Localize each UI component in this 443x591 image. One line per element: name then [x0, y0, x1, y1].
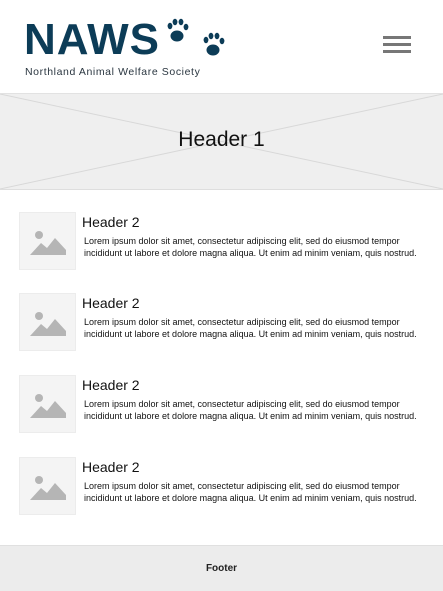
- image-placeholder-icon: [19, 375, 76, 433]
- paw-prints-icon: [167, 18, 225, 56]
- page-title: Header 1: [178, 128, 265, 151]
- item-title: Header 2: [82, 377, 140, 393]
- logo-tagline: Northland Animal Welfare Society: [25, 66, 201, 78]
- hero-banner: Header 1: [0, 93, 443, 190]
- image-placeholder-icon: [19, 212, 76, 270]
- image-placeholder-icon: [19, 457, 76, 515]
- list-item[interactable]: Header 2 Lorem ipsum dolor sit amet, con…: [0, 188, 443, 270]
- list-item[interactable]: Header 2 Lorem ipsum dolor sit amet, con…: [0, 269, 443, 351]
- list-item[interactable]: Header 2 Lorem ipsum dolor sit amet, con…: [0, 351, 443, 433]
- item-title: Header 2: [82, 459, 140, 475]
- image-placeholder-icon: [19, 293, 76, 351]
- item-body: Lorem ipsum dolor sit amet, consectetur …: [84, 399, 417, 421]
- footer: Footer: [0, 545, 443, 591]
- list-item[interactable]: Header 2 Lorem ipsum dolor sit amet, con…: [0, 433, 443, 515]
- top-bar: NAWS Northland Animal Welfare Society: [0, 0, 443, 93]
- item-title: Header 2: [82, 214, 140, 230]
- item-body: Lorem ipsum dolor sit amet, consectetur …: [84, 317, 417, 339]
- logo[interactable]: NAWS Northland Animal Welfare Society: [24, 14, 234, 80]
- footer-label: Footer: [205, 563, 238, 574]
- item-body: Lorem ipsum dolor sit amet, consectetur …: [84, 236, 417, 258]
- item-body: Lorem ipsum dolor sit amet, consectetur …: [84, 481, 417, 503]
- hamburger-menu-icon[interactable]: [383, 36, 411, 58]
- logo-wordmark: NAWS: [24, 15, 160, 64]
- item-title: Header 2: [82, 295, 140, 311]
